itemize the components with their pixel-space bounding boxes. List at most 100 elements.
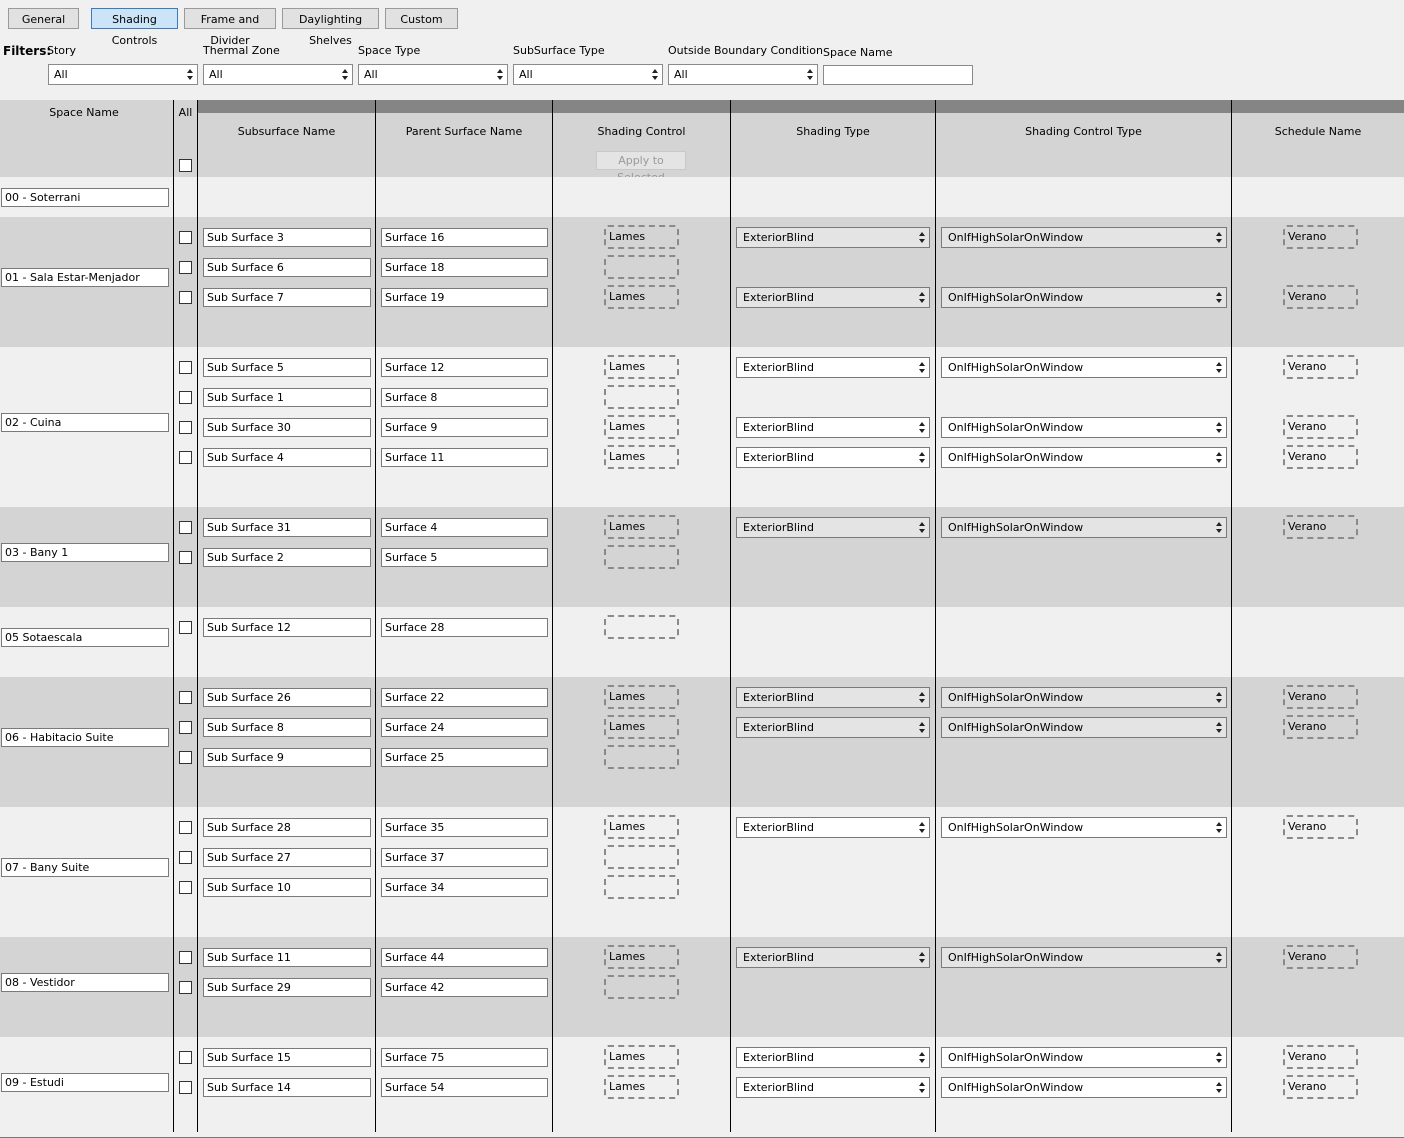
subsurface-checkbox[interactable] — [179, 851, 192, 864]
subsurface-name-field[interactable]: Sub Surface 4 — [203, 448, 371, 467]
parent-surface-name-field[interactable]: Surface 9 — [381, 418, 548, 437]
parent-surface-name-field[interactable]: Surface 24 — [381, 718, 548, 737]
shading-type-select[interactable]: ExteriorBlind — [736, 817, 930, 838]
shading-control-type-select[interactable]: OnIfHighSolarOnWindow — [941, 717, 1227, 738]
subsurface-name-field[interactable]: Sub Surface 15 — [203, 1048, 371, 1067]
parent-surface-name-field[interactable]: Surface 75 — [381, 1048, 548, 1067]
shading-control-dropzone[interactable]: Lames — [604, 355, 679, 379]
shading-control-dropzone[interactable] — [604, 975, 679, 999]
shading-type-select[interactable]: ExteriorBlind — [736, 1077, 930, 1098]
subsurface-checkbox[interactable] — [179, 551, 192, 564]
subsurface-checkbox[interactable] — [179, 951, 192, 964]
subsurface-checkbox[interactable] — [179, 451, 192, 464]
space-name-field[interactable]: 09 - Estudi — [1, 1073, 169, 1092]
subsurface-checkbox[interactable] — [179, 391, 192, 404]
subsurface-checkbox[interactable] — [179, 751, 192, 764]
shading-control-dropzone[interactable]: Lames — [604, 685, 679, 709]
parent-surface-name-field[interactable]: Surface 34 — [381, 878, 548, 897]
shading-type-select[interactable]: ExteriorBlind — [736, 417, 930, 438]
subsurface-name-field[interactable]: Sub Surface 8 — [203, 718, 371, 737]
space-name-field[interactable]: 06 - Habitacio Suite — [1, 728, 169, 747]
space-name-field[interactable]: 00 - Soterrani — [1, 188, 169, 207]
parent-surface-name-field[interactable]: Surface 18 — [381, 258, 548, 277]
shading-control-dropzone[interactable]: Lames — [604, 815, 679, 839]
subsurface-name-field[interactable]: Sub Surface 9 — [203, 748, 371, 767]
schedule-name-dropzone[interactable]: Verano — [1283, 445, 1358, 469]
tab-frame-and-divider[interactable]: Frame and Divider — [184, 8, 276, 47]
space-name-filter-input[interactable] — [823, 65, 973, 85]
schedule-name-dropzone[interactable]: Verano — [1283, 1075, 1358, 1099]
space-name-field[interactable]: 03 - Bany 1 — [1, 543, 169, 562]
parent-surface-name-field[interactable]: Surface 37 — [381, 848, 548, 867]
shading-control-dropzone[interactable]: Lames — [604, 715, 679, 739]
shading-control-type-select[interactable]: OnIfHighSolarOnWindow — [941, 417, 1227, 438]
space-type-filter-select[interactable]: All — [358, 64, 508, 85]
shading-control-dropzone[interactable] — [604, 255, 679, 279]
subsurface-name-field[interactable]: Sub Surface 12 — [203, 618, 371, 637]
space-name-field[interactable]: 05 Sotaescala — [1, 628, 169, 647]
shading-control-type-select[interactable]: OnIfHighSolarOnWindow — [941, 947, 1227, 968]
parent-surface-name-field[interactable]: Surface 16 — [381, 228, 548, 247]
subsurface-checkbox[interactable] — [179, 821, 192, 834]
parent-surface-name-field[interactable]: Surface 28 — [381, 618, 548, 637]
subsurface-name-field[interactable]: Sub Surface 29 — [203, 978, 371, 997]
subsurface-checkbox[interactable] — [179, 981, 192, 994]
outside-boundary-filter-select[interactable]: All — [668, 64, 818, 85]
shading-control-type-select[interactable]: OnIfHighSolarOnWindow — [941, 357, 1227, 378]
parent-surface-name-field[interactable]: Surface 4 — [381, 518, 548, 537]
schedule-name-dropzone[interactable]: Verano — [1283, 225, 1358, 249]
space-name-field[interactable]: 07 - Bany Suite — [1, 858, 169, 877]
subsurface-name-field[interactable]: Sub Surface 31 — [203, 518, 371, 537]
subsurface-name-field[interactable]: Sub Surface 10 — [203, 878, 371, 897]
shading-control-dropzone[interactable] — [604, 745, 679, 769]
parent-surface-name-field[interactable]: Surface 19 — [381, 288, 548, 307]
shading-control-dropzone[interactable]: Lames — [604, 285, 679, 309]
schedule-name-dropzone[interactable]: Verano — [1283, 515, 1358, 539]
tab-general[interactable]: General — [8, 8, 79, 29]
subsurface-name-field[interactable]: Sub Surface 6 — [203, 258, 371, 277]
subsurface-checkbox[interactable] — [179, 1051, 192, 1064]
subsurface-checkbox[interactable] — [179, 261, 192, 274]
subsurface-name-field[interactable]: Sub Surface 28 — [203, 818, 371, 837]
space-name-field[interactable]: 01 - Sala Estar-Menjador — [1, 268, 169, 287]
tab-daylighting-shelves[interactable]: Daylighting Shelves — [282, 8, 379, 47]
shading-control-dropzone[interactable] — [604, 385, 679, 409]
shading-control-dropzone[interactable] — [604, 615, 679, 639]
shading-type-select[interactable]: ExteriorBlind — [736, 687, 930, 708]
subsurface-name-field[interactable]: Sub Surface 11 — [203, 948, 371, 967]
parent-surface-name-field[interactable]: Surface 12 — [381, 358, 548, 377]
shading-type-select[interactable]: ExteriorBlind — [736, 447, 930, 468]
parent-surface-name-field[interactable]: Surface 54 — [381, 1078, 548, 1097]
parent-surface-name-field[interactable]: Surface 44 — [381, 948, 548, 967]
subsurface-name-field[interactable]: Sub Surface 27 — [203, 848, 371, 867]
parent-surface-name-field[interactable]: Surface 35 — [381, 818, 548, 837]
subsurface-checkbox[interactable] — [179, 691, 192, 704]
subsurface-checkbox[interactable] — [179, 421, 192, 434]
tab-custom[interactable]: Custom — [385, 8, 458, 29]
subsurface-name-field[interactable]: Sub Surface 30 — [203, 418, 371, 437]
space-name-field[interactable]: 08 - Vestidor — [1, 973, 169, 992]
shading-control-dropzone[interactable]: Lames — [604, 225, 679, 249]
parent-surface-name-field[interactable]: Surface 42 — [381, 978, 548, 997]
subsurface-name-field[interactable]: Sub Surface 2 — [203, 548, 371, 567]
shading-control-type-select[interactable]: OnIfHighSolarOnWindow — [941, 817, 1227, 838]
shading-control-type-select[interactable]: OnIfHighSolarOnWindow — [941, 1077, 1227, 1098]
subsurface-checkbox[interactable] — [179, 361, 192, 374]
shading-control-dropzone[interactable]: Lames — [604, 515, 679, 539]
shading-control-type-select[interactable]: OnIfHighSolarOnWindow — [941, 227, 1227, 248]
shading-control-type-select[interactable]: OnIfHighSolarOnWindow — [941, 517, 1227, 538]
shading-control-dropzone[interactable]: Lames — [604, 1075, 679, 1099]
subsurface-checkbox[interactable] — [179, 231, 192, 244]
schedule-name-dropzone[interactable]: Verano — [1283, 715, 1358, 739]
select-all-checkbox[interactable] — [179, 159, 192, 172]
shading-control-type-select[interactable]: OnIfHighSolarOnWindow — [941, 687, 1227, 708]
parent-surface-name-field[interactable]: Surface 8 — [381, 388, 548, 407]
shading-control-dropzone[interactable]: Lames — [604, 445, 679, 469]
shading-type-select[interactable]: ExteriorBlind — [736, 287, 930, 308]
parent-surface-name-field[interactable]: Surface 22 — [381, 688, 548, 707]
schedule-name-dropzone[interactable]: Verano — [1283, 685, 1358, 709]
tab-shading-controls[interactable]: Shading Controls — [91, 8, 178, 47]
subsurface-name-field[interactable]: Sub Surface 5 — [203, 358, 371, 377]
parent-surface-name-field[interactable]: Surface 5 — [381, 548, 548, 567]
schedule-name-dropzone[interactable]: Verano — [1283, 285, 1358, 309]
